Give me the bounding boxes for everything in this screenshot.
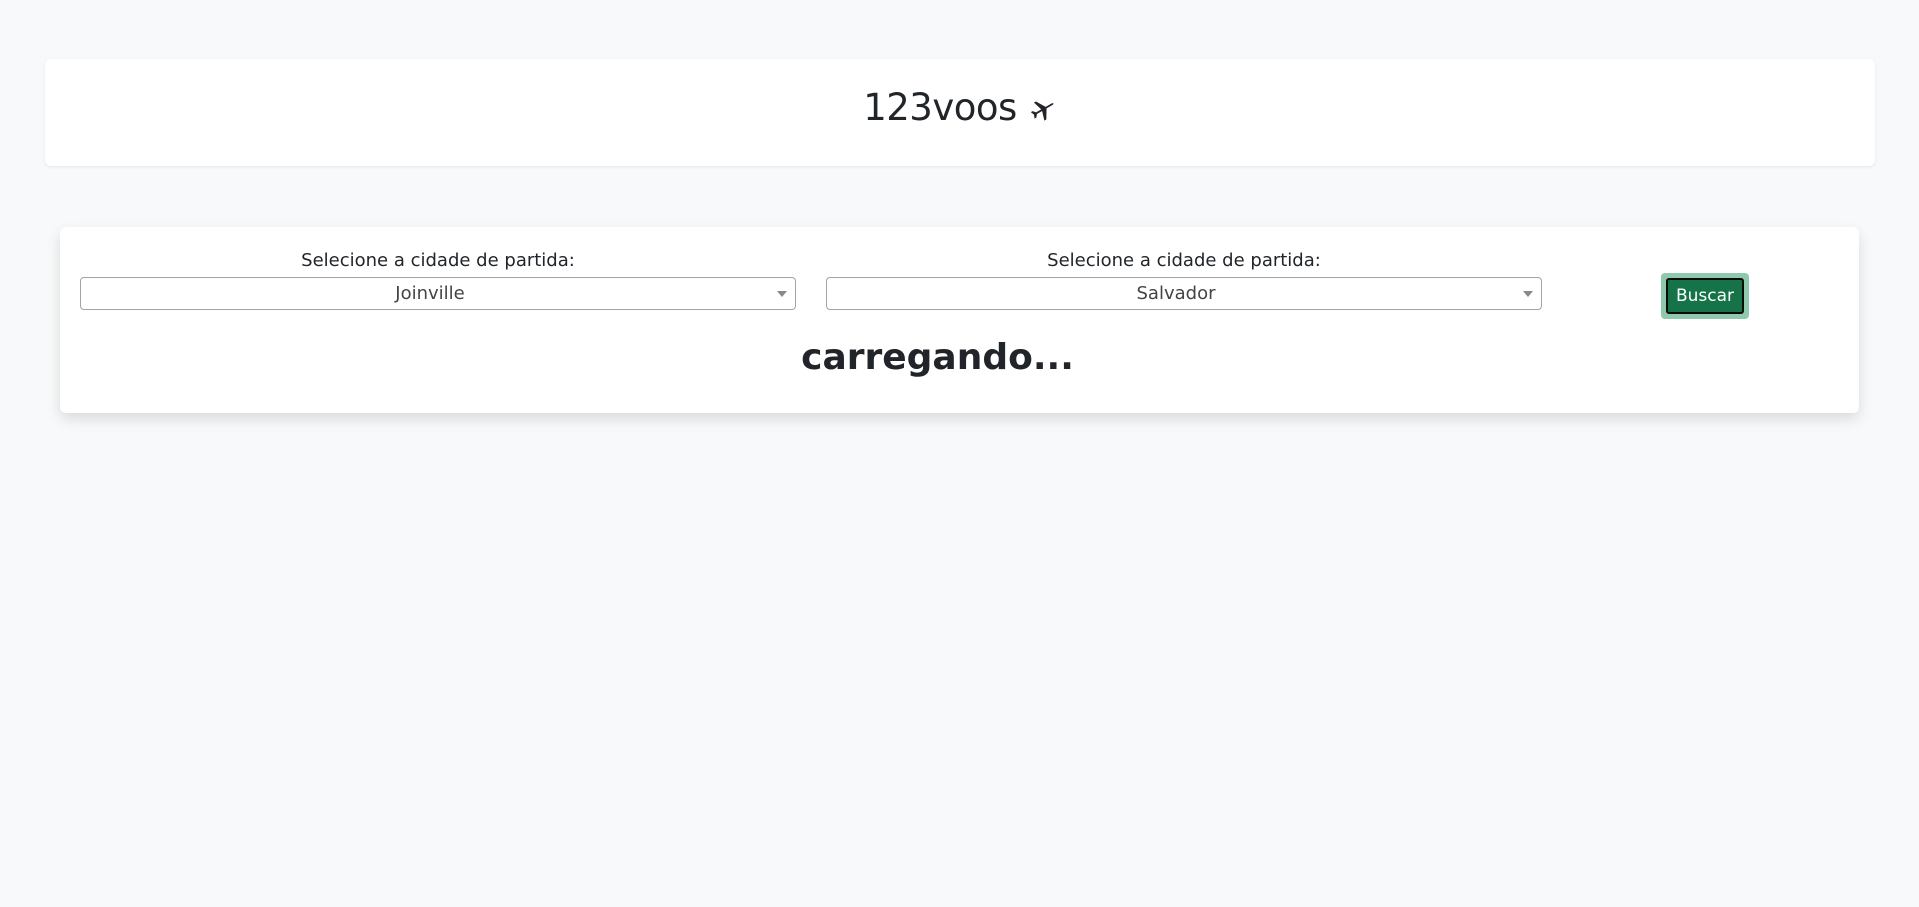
search-card: Selecione a cidade de partida: Joinville…	[60, 227, 1859, 413]
header-card: 123voos	[45, 59, 1875, 166]
chevron-down-icon	[777, 291, 787, 297]
destination-field: Selecione a cidade de partida: Salvador	[826, 249, 1542, 310]
chevron-down-icon	[1523, 291, 1533, 297]
origin-select[interactable]: Joinville	[80, 277, 796, 310]
origin-select-value: Joinville	[395, 283, 465, 304]
origin-field: Selecione a cidade de partida: Joinville	[80, 249, 796, 310]
site-title: 123voos	[863, 86, 1057, 129]
destination-select[interactable]: Salvador	[826, 277, 1542, 310]
destination-label: Selecione a cidade de partida:	[1047, 250, 1321, 271]
airplane-icon	[1027, 95, 1057, 125]
buscar-button[interactable]: Buscar	[1666, 278, 1744, 314]
site-title-text: 123voos	[863, 86, 1017, 129]
buscar-focus-ring: Buscar	[1661, 273, 1749, 319]
loading-status: carregando...	[801, 337, 1074, 378]
origin-label: Selecione a cidade de partida:	[301, 250, 575, 271]
destination-select-value: Salvador	[1136, 283, 1216, 304]
